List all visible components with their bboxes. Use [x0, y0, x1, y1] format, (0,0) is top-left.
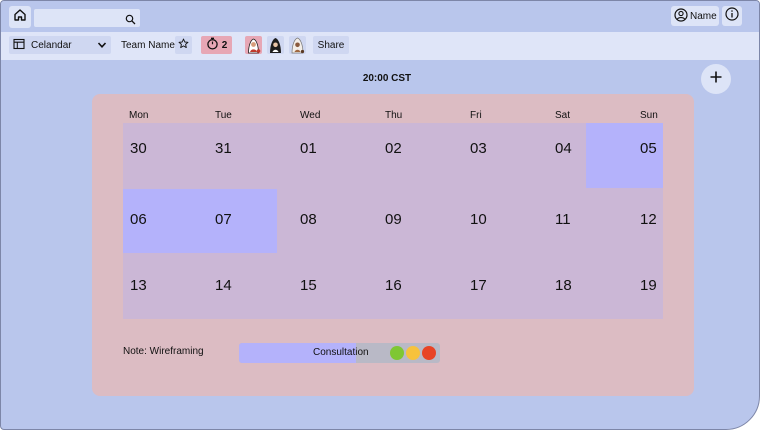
- share-button[interactable]: Share: [313, 36, 349, 54]
- search-icon[interactable]: [125, 12, 136, 30]
- calendar-day[interactable]: 17: [470, 277, 487, 294]
- team-name[interactable]: Team Name: [121, 40, 175, 51]
- chevron-down-icon: [97, 40, 107, 53]
- calendar-day[interactable]: 31: [215, 140, 232, 157]
- weekday-label: Sun: [640, 110, 658, 121]
- event-label: Consultation: [313, 347, 369, 358]
- avatar[interactable]: [267, 36, 284, 54]
- calendar-day[interactable]: 02: [385, 140, 402, 157]
- calendar-day[interactable]: 07: [215, 211, 232, 228]
- calendar-day[interactable]: 10: [470, 211, 487, 228]
- current-time: 20:00 CST: [362, 73, 412, 84]
- event-consultation[interactable]: Consultation: [239, 343, 440, 363]
- note-text: Note: Wireframing: [123, 346, 204, 357]
- calendar-day[interactable]: 05: [640, 140, 657, 157]
- calendar-day[interactable]: 13: [130, 277, 147, 294]
- avatar[interactable]: [245, 36, 262, 54]
- weekday-label: Mon: [129, 110, 149, 121]
- calendar-day[interactable]: 16: [385, 277, 402, 294]
- calendar-day[interactable]: 12: [640, 211, 657, 228]
- app-window: Name Celandar Team Name 2 Share 20:00 CS…: [0, 0, 760, 430]
- user-name-label: Name: [690, 10, 717, 22]
- home-button[interactable]: [9, 6, 31, 28]
- info-icon: [725, 6, 739, 26]
- calendar-day[interactable]: 30: [130, 140, 147, 157]
- weekday-label: Fri: [470, 110, 482, 121]
- calendar-day[interactable]: 06: [130, 211, 147, 228]
- calendar-day[interactable]: 19: [640, 277, 657, 294]
- weekday-label: Tue: [215, 110, 232, 121]
- plus-icon: [709, 70, 723, 89]
- calendar-day[interactable]: 08: [300, 211, 317, 228]
- avatar[interactable]: [289, 36, 306, 54]
- weekday-label: Wed: [300, 110, 321, 121]
- share-button-label: Share: [317, 39, 345, 51]
- calendar-day[interactable]: 09: [385, 211, 402, 228]
- toolbar: Celandar Team Name 2 Share: [1, 32, 759, 60]
- calendar-icon: [13, 38, 25, 53]
- status-dot-yellow[interactable]: [406, 346, 420, 360]
- stopwatch-icon: [206, 37, 219, 53]
- calendar-day[interactable]: 01: [300, 140, 317, 157]
- calendar-day[interactable]: 11: [555, 211, 571, 228]
- status-dot-red[interactable]: [422, 346, 436, 360]
- favorite-button[interactable]: [175, 36, 192, 54]
- calendar-day[interactable]: 14: [215, 277, 232, 294]
- calendar-day[interactable]: 03: [470, 140, 487, 157]
- view-select-label: Celandar: [31, 39, 72, 51]
- home-icon: [13, 8, 27, 27]
- info-button[interactable]: [722, 6, 742, 26]
- user-menu-button[interactable]: Name: [671, 6, 719, 26]
- weekday-label: Thu: [385, 110, 403, 121]
- weekday-label: Sat: [555, 110, 571, 121]
- status-dot-green[interactable]: [390, 346, 404, 360]
- view-select[interactable]: Celandar: [9, 36, 111, 54]
- calendar-day[interactable]: 18: [555, 277, 572, 294]
- timer-badge[interactable]: 2: [201, 36, 232, 54]
- calendar-day[interactable]: 15: [300, 277, 317, 294]
- timer-count: 2: [221, 39, 228, 51]
- user-icon: [674, 7, 688, 25]
- add-event-button[interactable]: [701, 64, 731, 94]
- calendar-day[interactable]: 04: [555, 140, 572, 157]
- search-input[interactable]: [34, 9, 140, 27]
- star-icon: [178, 36, 189, 54]
- top-bar: Name: [1, 1, 759, 31]
